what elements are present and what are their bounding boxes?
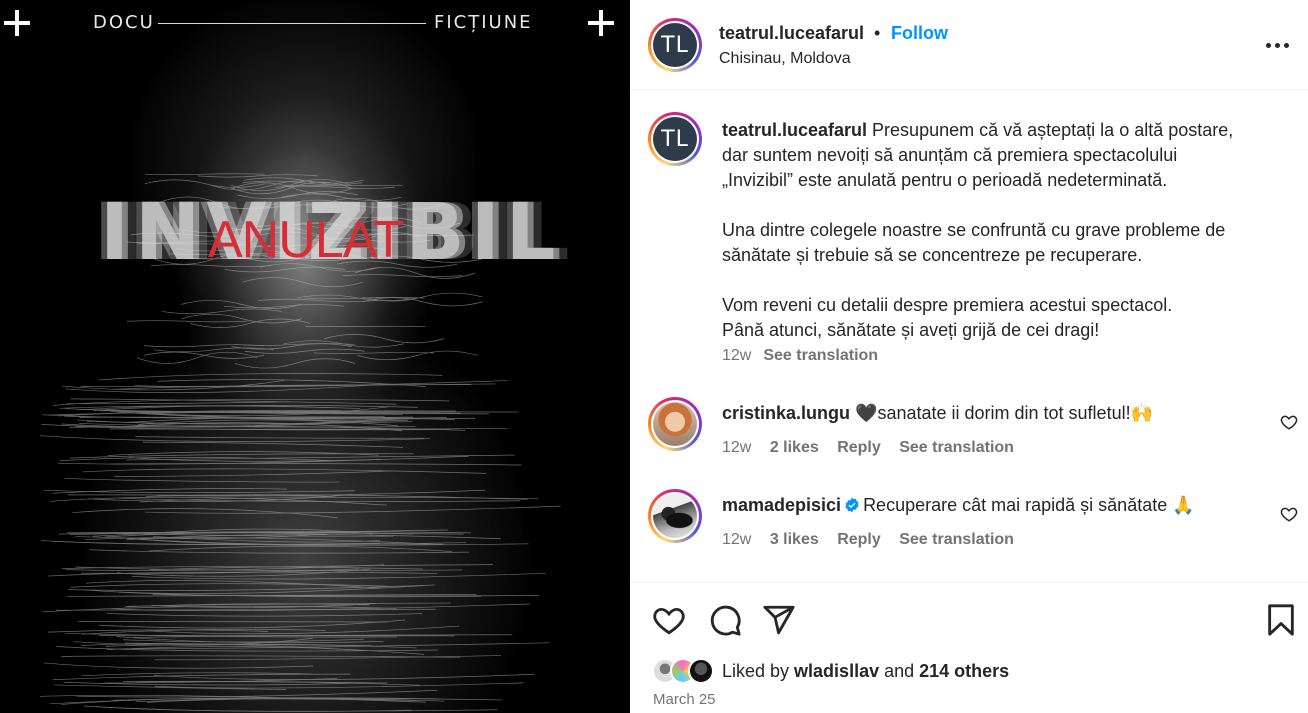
plus-icon [586, 8, 616, 38]
poster-fictiune-label: FICȚIUNE [434, 12, 533, 33]
poster-docu-label: DOCU [93, 12, 155, 33]
see-translation-link[interactable]: See translation [899, 439, 1014, 456]
header-separator: • [874, 23, 881, 43]
post-date[interactable]: March 25 [653, 691, 716, 708]
comment-age: 12w [722, 531, 752, 548]
liked-by-prefix: Liked by [722, 660, 795, 681]
comment-avatar[interactable] [648, 489, 702, 543]
see-translation-link[interactable]: See translation [899, 531, 1014, 548]
poster-scribble-art [40, 173, 561, 712]
comment-username-link[interactable]: cristinka.lungu [722, 403, 850, 423]
comment-text: cristinka.lungu 🖤sanatate ii dorim din t… [722, 403, 1153, 424]
comment-likes-link[interactable]: 2 likes [770, 439, 819, 456]
caption-body: Presupunem că vă așteptați la o altă pos… [722, 120, 1234, 340]
caption-username-link[interactable]: teatrul.luceafarul [722, 120, 867, 140]
see-translation-link[interactable]: See translation [763, 347, 878, 364]
heart-icon[interactable] [652, 603, 686, 637]
comment-text: mamadepisici Recuperare cât mai rapidă și… [722, 495, 1195, 516]
comment-item: cristinka.lungu 🖤sanatate ii dorim din t… [630, 397, 1308, 477]
comment-username-link[interactable]: mamadepisici [722, 495, 841, 515]
avatar-initials: TL [653, 23, 697, 67]
caption-meta: 12w See translation [722, 347, 878, 365]
caption-avatar[interactable]: TL [648, 112, 702, 166]
poster-cancelled-overlay: ANULAT [208, 211, 404, 269]
post-details-panel: TL teatrul.luceafarul • Follow Chisinau,… [630, 0, 1308, 713]
poster-divider-line [158, 23, 426, 24]
header-username-link[interactable]: teatrul.luceafarul [719, 23, 864, 44]
comment-icon[interactable] [708, 603, 742, 637]
caption-age: 12w [722, 347, 752, 364]
comment-likes-link[interactable]: 3 likes [770, 531, 819, 548]
post-action-bar: Liked by wladisllav and 214 others March… [630, 582, 1308, 713]
comment-like-heart-icon[interactable] [1280, 505, 1298, 523]
comment-body: 🖤sanatate ii dorim din tot sufletul!🙌 [850, 403, 1153, 423]
liked-by-user-link[interactable]: wladisllav [794, 661, 879, 681]
verified-badge-icon [845, 497, 859, 513]
liked-by-row: Liked by wladisllav and 214 others [652, 657, 1009, 685]
follow-button[interactable]: Follow [891, 23, 948, 44]
reply-button[interactable]: Reply [837, 531, 881, 548]
avatar-photo [653, 402, 697, 446]
caption-text: teatrul.luceafarul Presupunem că vă aște… [722, 118, 1282, 343]
avatar-initials: TL [653, 117, 697, 161]
share-icon[interactable] [762, 603, 796, 637]
reply-button[interactable]: Reply [837, 439, 881, 456]
location-link[interactable]: Chisinau, Moldova [719, 50, 851, 68]
plus-icon [2, 8, 32, 38]
comment-avatar[interactable] [648, 397, 702, 451]
comment-body: Recuperare cât mai rapidă și sănătate 🙏 [863, 495, 1195, 515]
bookmark-icon[interactable] [1264, 603, 1298, 637]
comment-like-heart-icon[interactable] [1280, 413, 1298, 431]
profile-avatar[interactable]: TL [648, 18, 702, 72]
avatar-photo [653, 494, 697, 538]
post-media[interactable]: DOCU FICȚIUNE INVIZIBIL ANULAT [0, 0, 630, 713]
post-header: TL teatrul.luceafarul • Follow Chisinau,… [630, 0, 1308, 90]
liked-by-and: and [879, 660, 920, 681]
liked-by-text: Liked by wladisllav and 214 others [722, 661, 1009, 682]
comment-item: mamadepisici Recuperare cât mai rapidă și… [630, 489, 1308, 569]
more-options-icon[interactable] [1266, 38, 1290, 52]
liker-avatar[interactable] [688, 658, 714, 684]
comment-age: 12w [722, 439, 752, 456]
comment-meta: 12w 3 likes Reply See translation [722, 531, 1028, 549]
comment-meta: 12w 2 likes Reply See translation [722, 439, 1028, 457]
liked-by-others-link[interactable]: 214 others [919, 661, 1009, 681]
